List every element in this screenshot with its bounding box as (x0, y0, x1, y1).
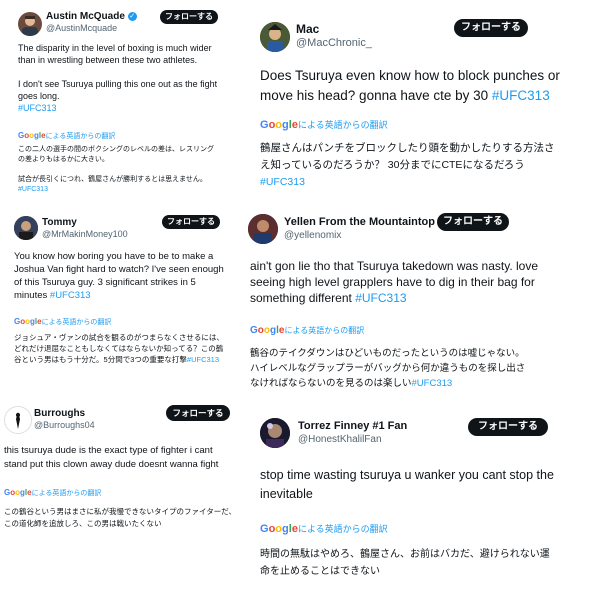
translation-label[interactable]: Googleによる英語からの翻訳 (14, 317, 111, 327)
translation-body: 時間の無駄はやめろ、鶴屋さん、お前はバカだ、避けられない運命を止めることはできな… (260, 549, 550, 577)
avatar[interactable] (260, 22, 290, 52)
translation-source-text: による英語からの翻訳 (45, 133, 116, 140)
user-handle[interactable]: @AustinMcquade (46, 23, 117, 33)
translation-text: この鶴谷という男はまさに私が我慢できないタイプのファイターだ、この道化師を追放し… (4, 506, 238, 530)
translation-label[interactable]: Googleによる英語からの翻訳 (260, 118, 388, 131)
display-name[interactable]: Burroughs (34, 408, 85, 419)
tweet-body: stop time wasting tsuruya u wanker you c… (260, 468, 554, 501)
display-name[interactable]: Mac (296, 22, 319, 36)
translation-body: 鶴谷のテイクダウンはひどいものだったというのは嘘じゃない。ハイレベルなグラップラ… (250, 348, 526, 389)
tweet-card-mac: Mac @MacChronic_ フォローする Does Tsuruya eve… (248, 8, 596, 188)
google-logo-icon: Google (4, 488, 32, 497)
tweet-text: stop time wasting tsuruya u wanker you c… (260, 466, 560, 504)
tweet-card-burroughs: Burroughs @Burroughs04 フォローする this tsuru… (0, 398, 240, 548)
tweet-body: You know how boring you have to be to ma… (14, 251, 224, 301)
verified-badge-icon: ✓ (127, 11, 137, 21)
translation-body: この鶴谷という男はまさに私が我慢できないタイプのファイターだ、この道化師を追放し… (4, 507, 236, 528)
translation-text: この二人の選手の間のボクシングのレベルの差は、レスリングの差よりもはるかに大きい… (18, 145, 218, 195)
avatar[interactable] (14, 216, 38, 240)
avatar[interactable] (18, 12, 42, 36)
translation-label[interactable]: Googleによる英語からの翻訳 (4, 488, 101, 498)
follow-button[interactable]: フォローする (454, 19, 528, 37)
hashtag-link[interactable]: #UFC313 (50, 290, 91, 301)
display-name[interactable]: Yellen From the Mountaintop (284, 216, 435, 228)
tweet-text: Does Tsuruya even know how to block punc… (260, 66, 590, 106)
user-handle[interactable]: @yellenomix (284, 230, 341, 241)
tweet-card-yellen: Yellen From the Mountaintop @yellenomix … (240, 204, 596, 394)
hashtag-link[interactable]: #UFC313 (187, 355, 219, 364)
tweet-body: The disparity in the level of boxing is … (18, 43, 218, 101)
translation-source-text: による英語からの翻訳 (284, 326, 365, 335)
tweet-text: ain't gon lie tho that Tsuruya takedown … (250, 258, 540, 306)
google-logo-icon: Google (14, 317, 42, 326)
display-name[interactable]: Torrez Finney #1 Fan (298, 420, 407, 432)
translation-text: 鶴屋さんはパンチをブロックしたり頭を動かしたりする方法さえ知っているのだろうか？… (260, 140, 560, 191)
translation-source-text: による英語からの翻訳 (297, 120, 388, 130)
google-logo-icon: Google (260, 119, 298, 131)
user-handle[interactable]: @Burroughs04 (34, 420, 95, 430)
translation-source-text: による英語からの翻訳 (41, 319, 112, 326)
avatar[interactable] (4, 406, 32, 434)
translation-text: 時間の無駄はやめろ、鶴屋さん、お前はバカだ、避けられない運命を止めることはできな… (260, 546, 552, 580)
tweet-text: The disparity in the level of boxing is … (18, 42, 218, 114)
translation-label[interactable]: Googleによる英語からの翻訳 (18, 131, 115, 141)
hashtag-link[interactable]: #UFC313 (18, 103, 57, 113)
follow-button[interactable]: フォローする (468, 418, 548, 436)
google-logo-icon: Google (18, 131, 46, 140)
hashtag-link[interactable]: #UFC313 (412, 378, 453, 389)
translation-label[interactable]: Googleによる英語からの翻訳 (250, 325, 364, 336)
tweet-text: You know how boring you have to be to ma… (14, 250, 226, 302)
display-name[interactable]: Tommy (42, 217, 77, 228)
avatar[interactable] (248, 214, 278, 244)
translation-label[interactable]: Googleによる英語からの翻訳 (260, 522, 388, 535)
user-handle[interactable]: @MacChronic_ (296, 37, 372, 49)
tweet-text: this tsuruya dude is the exact type of f… (4, 444, 236, 472)
follow-button[interactable]: フォローする (437, 213, 509, 231)
follow-button[interactable]: フォローする (166, 405, 230, 421)
translation-source-text: による英語からの翻訳 (297, 524, 388, 534)
display-name[interactable]: Austin McQuade ✓ (46, 11, 137, 22)
hashtag-link[interactable]: #UFC313 (492, 88, 550, 103)
tweet-card-austin: Austin McQuade ✓ @AustinMcquade フォローする T… (8, 4, 223, 200)
translation-text: ジョシュア・ヴァンの試合を観るのがつまらなくさせるには、どれだけ退屈なこともしな… (14, 332, 224, 365)
tweet-card-tommy: Tommy @MrMakinMoney100 フォローする You know h… (4, 208, 232, 378)
hashtag-link[interactable]: #UFC313 (355, 291, 406, 305)
translation-body: この二人の選手の間のボクシングのレベルの差は、レスリングの差よりもはるかに大きい… (18, 146, 214, 183)
translation-body: 鶴屋さんはパンチをブロックしたり頭を動かしたりする方法さえ知っているのだろうか？… (260, 142, 555, 171)
follow-button[interactable]: フォローする (160, 10, 218, 24)
follow-button[interactable]: フォローする (162, 215, 220, 229)
google-logo-icon: Google (260, 523, 298, 535)
user-handle[interactable]: @HonestKhalilFan (298, 434, 382, 445)
avatar[interactable] (260, 418, 290, 448)
translation-text: 鶴谷のテイクダウンはひどいものだったというのは嘘じゃない。ハイレベルなグラップラ… (250, 346, 526, 391)
tweet-card-torrez: Torrez Finney #1 Fan @HonestKhalilFan フォ… (252, 412, 596, 598)
google-logo-icon: Google (250, 325, 285, 336)
hashtag-link[interactable]: #UFC313 (18, 186, 48, 193)
tweet-body: this tsuruya dude is the exact type of f… (4, 445, 219, 470)
user-handle[interactable]: @MrMakinMoney100 (42, 229, 128, 239)
hashtag-link[interactable]: #UFC313 (260, 176, 305, 188)
translation-source-text: による英語からの翻訳 (31, 490, 102, 497)
